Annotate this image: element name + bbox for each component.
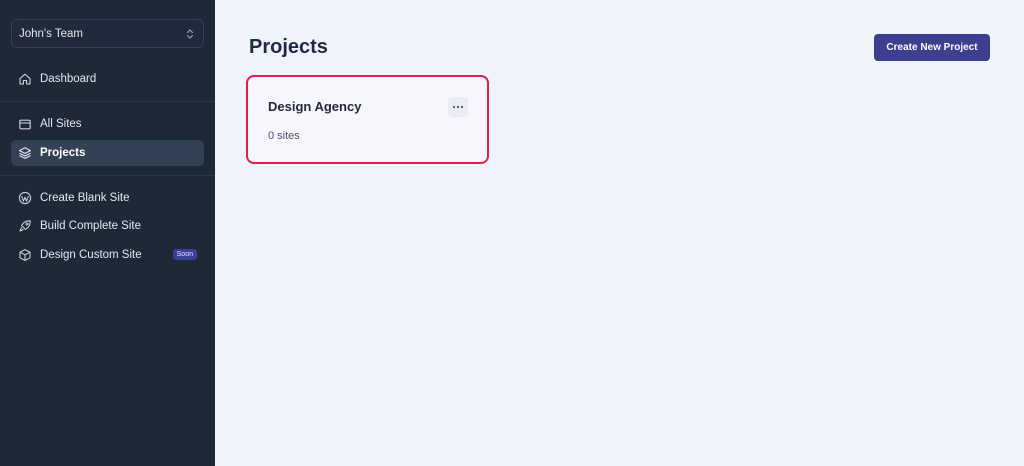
team-name: John's Team (19, 27, 83, 40)
layers-icon (18, 146, 32, 159)
cube-icon (19, 248, 31, 261)
sidebar-item-label: Projects (40, 146, 86, 159)
project-site-count: 0 sites (268, 130, 300, 142)
folder-icon (19, 119, 31, 130)
nav-group-sites: All Sites Projects (11, 111, 204, 166)
rocket-icon (19, 220, 31, 232)
page-title: Projects (249, 36, 328, 58)
sidebar-divider (0, 101, 215, 102)
nav-group-main: Dashboard (11, 66, 204, 92)
sidebar-divider (0, 174, 215, 176)
soon-badge: Soon (172, 249, 197, 261)
project-name: Design Agency (268, 99, 362, 114)
more-horizontal-icon (452, 105, 464, 109)
app-root: John's Team Dashboard All Sites Projects… (0, 0, 1024, 466)
sidebar-item-all-sites[interactable]: All Sites (11, 111, 204, 137)
wordpress-icon (18, 191, 32, 204)
sidebar-item-dashboard[interactable]: Dashboard (11, 66, 204, 92)
main-content: Projects Create New Project Design Agenc… (215, 0, 1024, 466)
sidebar-item-projects[interactable]: Projects (11, 139, 204, 166)
team-switcher[interactable]: John's Team (11, 19, 204, 48)
chevron-up-down-icon (186, 28, 194, 39)
sidebar-item-label: Dashboard (40, 73, 97, 85)
sidebar-item-label: Create Blank Site (40, 191, 130, 204)
create-new-project-button[interactable]: Create New Project (874, 34, 990, 61)
sidebar: John's Team Dashboard All Sites Projects… (0, 0, 215, 466)
nav-group-create: Create Blank Site Build Complete Site De… (11, 185, 204, 268)
sidebar-item-label: All Sites (40, 118, 82, 130)
sidebar-item-create-blank-site[interactable]: Create Blank Site (11, 185, 204, 211)
project-menu-button[interactable] (448, 97, 468, 117)
project-card[interactable]: Design Agency 0 sites (246, 75, 489, 164)
sidebar-item-label: Build Complete Site (40, 220, 141, 233)
home-icon (19, 73, 31, 85)
sidebar-item-label: Design Custom Site (40, 248, 142, 261)
sidebar-item-build-complete-site[interactable]: Build Complete Site (11, 213, 204, 239)
sidebar-item-design-custom-site[interactable]: Design Custom Site Soon (11, 242, 204, 268)
